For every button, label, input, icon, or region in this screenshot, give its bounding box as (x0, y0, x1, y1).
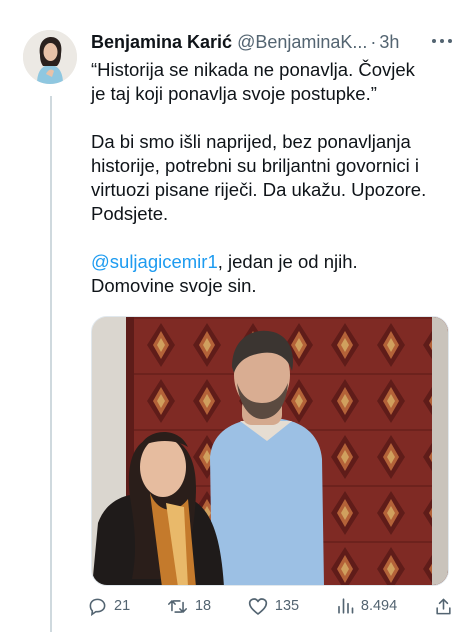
tweet-line: Podsjete. (91, 203, 169, 224)
views-button[interactable]: 8.494 (336, 597, 397, 615)
thread-line (50, 96, 52, 632)
tweet-line: je taj koji ponavlja svoje postupke.” (91, 83, 377, 104)
like-count: 135 (274, 598, 300, 614)
like-icon (248, 597, 268, 615)
tweet-time[interactable]: 3h (379, 32, 399, 53)
tweet-text: “Historija se nikada ne ponavlja. Čovjek… (91, 58, 461, 298)
tweet-line: “Historija se nikada ne ponavlja. Čovjek (91, 59, 415, 80)
retweet-icon (167, 599, 187, 613)
views-icon (338, 598, 354, 614)
share-button[interactable] (434, 597, 460, 616)
action-bar: 21 18 135 8.494 (88, 592, 460, 620)
like-button[interactable]: 135 (248, 597, 299, 616)
mention-line: @suljagicemir1, jedan je od njih. (91, 250, 461, 274)
retweet-count: 18 (194, 598, 212, 614)
author-handle[interactable]: @BenjaminaK... (237, 32, 367, 53)
more-icon[interactable] (428, 30, 456, 52)
tweet-line: virtuozi pisane riječi. Da ukažu. Upozor… (91, 179, 427, 200)
author-name[interactable]: Benjamina Karić (91, 32, 232, 53)
tweet-photo[interactable] (91, 316, 449, 586)
tweet-line: historije, potrebni su briljantni govorn… (91, 155, 420, 176)
reply-icon (89, 598, 106, 616)
tweet-line: Da bi smo išli naprijed, bez ponavljanja (91, 131, 411, 152)
tweet-line: Domovine svoje sin. (91, 275, 257, 296)
retweet-button[interactable]: 18 (167, 597, 211, 616)
reply-button[interactable]: 21 (88, 597, 130, 616)
views-count: 8.494 (360, 598, 398, 614)
mention-rest: , jedan je od njih. (217, 251, 358, 272)
author-avatar[interactable] (23, 30, 77, 84)
separator-dot: · (370, 31, 377, 52)
tweet-header: Benjamina Karić @BenjaminaK... · 3h (91, 28, 441, 56)
reply-count: 21 (114, 598, 131, 614)
mention-link[interactable]: @suljagicemir1 (91, 251, 218, 272)
share-icon (436, 598, 451, 614)
